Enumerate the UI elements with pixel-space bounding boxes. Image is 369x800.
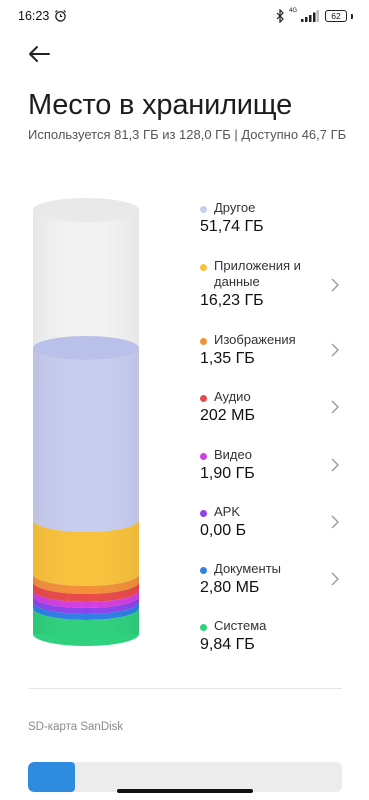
sd-card-label: SD-карта SanDisk (28, 721, 124, 733)
legend-value: 9,84 ГБ (200, 636, 255, 653)
sd-card-usage-bar[interactable] (28, 762, 342, 792)
legend-color-dot (200, 567, 207, 574)
divider (28, 688, 342, 689)
legend-value: 1,90 ГБ (200, 465, 255, 482)
back-arrow-icon[interactable] (26, 41, 52, 67)
legend-item-other: Другое 51,74 ГБ (198, 200, 348, 240)
status-bar: 16:23 4G 62 (0, 0, 369, 34)
status-time: 16:23 (18, 9, 50, 23)
battery-tip (351, 13, 353, 19)
legend-value: 0,00 Б (200, 522, 247, 539)
cylinder-shading (33, 210, 139, 634)
legend-label: Аудио (214, 389, 251, 404)
legend-color-dot (200, 264, 207, 271)
legend-label: Другое (214, 200, 256, 215)
legend-label: Изображения (214, 332, 296, 347)
legend-item-video[interactable]: Видео 1,90 ГБ (198, 447, 348, 487)
legend-label: Система (214, 618, 267, 633)
chevron-right-icon[interactable] (330, 343, 340, 357)
legend-color-dot (200, 206, 207, 213)
legend-item-audio[interactable]: Аудио 202 МБ (198, 389, 348, 429)
battery-indicator: 62 (325, 10, 347, 22)
battery-level: 62 (331, 11, 341, 21)
legend-value: 16,23 ГБ (200, 292, 264, 309)
legend-item-documents[interactable]: Документы 2,80 МБ (198, 561, 348, 601)
chevron-right-icon[interactable] (330, 458, 340, 472)
legend-item-images[interactable]: Изображения 1,35 ГБ (198, 332, 348, 372)
legend-item-system: Система 9,84 ГБ (198, 618, 348, 658)
chevron-right-icon[interactable] (330, 515, 340, 529)
legend-label: APK (214, 504, 241, 519)
legend-label: Приложения и данные (214, 258, 301, 289)
cylinder-fill-surface (33, 336, 139, 360)
alarm-clock-icon (54, 9, 67, 22)
network-type-label: 4G (288, 8, 297, 14)
legend-label: Документы (214, 561, 282, 576)
legend-value: 2,80 МБ (200, 579, 260, 596)
legend-color-dot (200, 510, 207, 517)
legend-value: 51,74 ГБ (200, 218, 264, 235)
gesture-navigation-bar (117, 789, 253, 793)
storage-cylinder-chart (33, 198, 139, 646)
legend-color-dot (200, 338, 207, 345)
chevron-right-icon[interactable] (330, 572, 340, 586)
signal-strength-icon (301, 10, 319, 22)
usage-summary: Используется 81,3 ГБ из 128,0 ГБ | Досту… (28, 127, 347, 142)
cylinder-top-cap (33, 198, 139, 222)
legend-color-dot (200, 395, 207, 402)
chevron-right-icon[interactable] (330, 278, 340, 292)
legend-value: 202 МБ (200, 407, 255, 424)
legend-color-dot (200, 624, 207, 631)
chevron-right-icon[interactable] (330, 400, 340, 414)
legend-label: Видео (214, 447, 252, 462)
legend-color-dot (200, 453, 207, 460)
legend-item-apps[interactable]: Приложения и данные 16,23 ГБ (198, 258, 348, 314)
bluetooth-icon (276, 9, 284, 23)
legend-value: 1,35 ГБ (200, 350, 255, 367)
legend-item-apk[interactable]: APK 0,00 Б (198, 504, 348, 544)
sd-card-usage-fill (28, 762, 76, 792)
page-title: Место в хранилище (28, 89, 293, 121)
